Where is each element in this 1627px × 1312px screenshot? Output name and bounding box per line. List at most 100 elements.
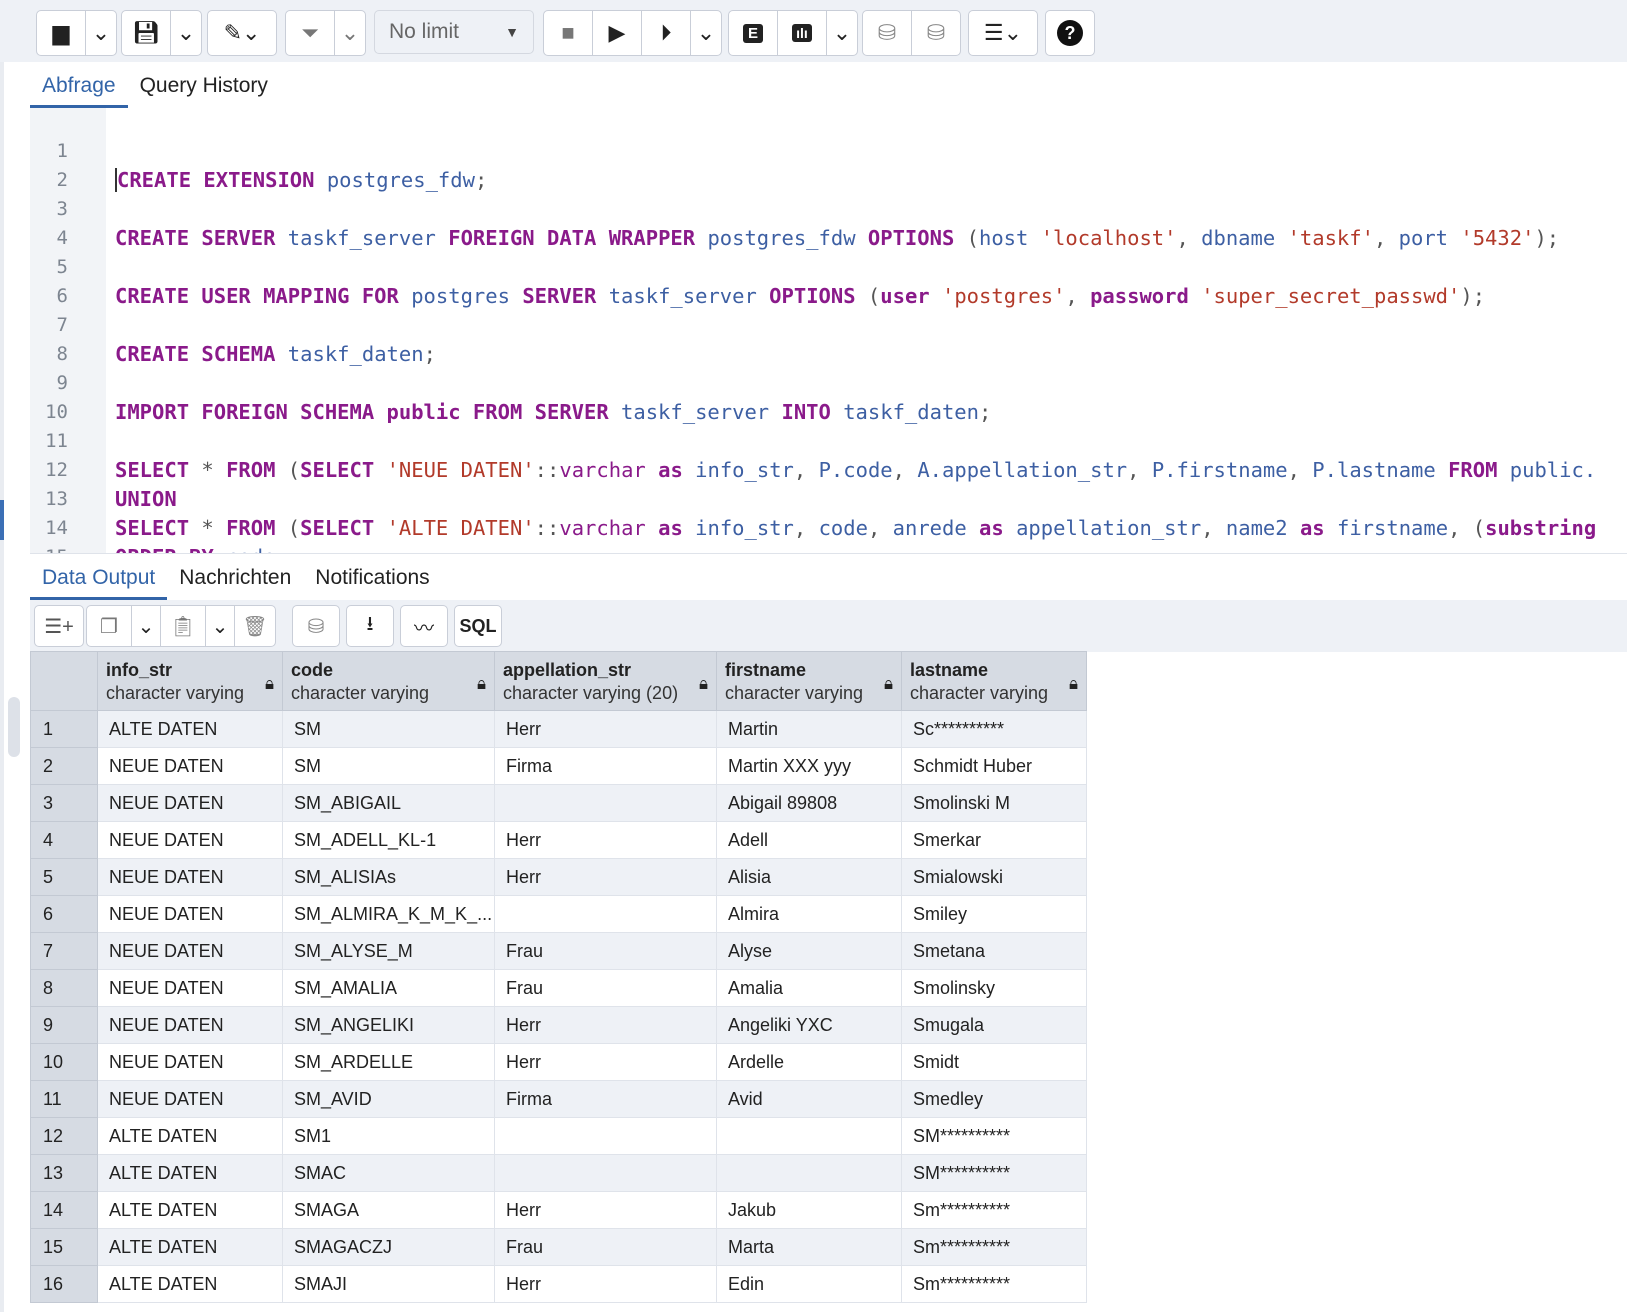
table-row[interactable]: 9 NEUE DATEN SM_ANGELIKI Herr Angeliki YXC Sm… [30, 1006, 1087, 1044]
table-row[interactable]: 11 NEUE DATEN SM_AVID Firma Avid Smedley [30, 1080, 1087, 1118]
execute-script-button[interactable]: ⏵ [642, 11, 691, 55]
table-cell[interactable]: Smolinsky [901, 969, 1087, 1007]
sql-editor[interactable]: 1 CREATE EXTENSION postgres_fdw; 2 3 CRE… [30, 108, 1627, 553]
table-cell[interactable]: Herr [494, 710, 717, 748]
table-cell[interactable]: Smerkar [901, 821, 1087, 859]
row-number[interactable]: 12 [30, 1117, 98, 1155]
table-cell[interactable]: Smetana [901, 932, 1087, 970]
table-cell[interactable]: Smolinski M [901, 784, 1087, 822]
tab-query-history[interactable]: Query History [128, 74, 280, 108]
copy-dropdown[interactable]: ⌄ [132, 606, 161, 646]
table-row[interactable]: 2 NEUE DATEN SM Firma Martin XXX yyy Schmidt … [30, 747, 1087, 785]
table-cell[interactable]: Frau [494, 932, 717, 970]
table-row[interactable]: 7 NEUE DATEN SM_ALYSE_M Frau Alyse Smetana [30, 932, 1087, 970]
save-dropdown[interactable]: ⌄ [171, 11, 201, 55]
table-cell[interactable]: SMAC [282, 1154, 495, 1192]
table-cell[interactable]: SM_ANGELIKI [282, 1006, 495, 1044]
table-cell[interactable]: Herr [494, 858, 717, 896]
column-header-appellation-str[interactable]: appellation_str character varying (20) 🔒︎ [494, 651, 717, 711]
open-folder-button[interactable]: ▆ [37, 11, 86, 55]
row-limit-select[interactable]: No limit ▼ [374, 10, 534, 54]
column-header-firstname[interactable]: firstname character varying 🔒︎ [716, 651, 902, 711]
table-cell[interactable]: Amalia [716, 969, 902, 1007]
table-cell[interactable]: ALTE DATEN [97, 1228, 283, 1266]
row-number[interactable]: 6 [30, 895, 98, 933]
table-cell[interactable]: SM_AVID [282, 1080, 495, 1118]
table-cell[interactable]: SM [282, 710, 495, 748]
table-cell[interactable]: ALTE DATEN [97, 1265, 283, 1303]
row-number-header[interactable] [30, 651, 98, 711]
explain-button[interactable]: E [729, 11, 778, 55]
table-cell[interactable]: Sm********** [901, 1228, 1087, 1266]
download-button[interactable]: ⭳ [347, 606, 393, 646]
save-data-button[interactable]: ⛁ [293, 606, 339, 646]
explain-analyze-button[interactable]: ılı [778, 11, 827, 55]
table-cell[interactable]: NEUE DATEN [97, 932, 283, 970]
table-cell[interactable]: SM_AMALIA [282, 969, 495, 1007]
table-cell[interactable]: Almira [716, 895, 902, 933]
table-cell[interactable]: NEUE DATEN [97, 895, 283, 933]
tab-data-output[interactable]: Data Output [30, 566, 168, 600]
table-cell[interactable]: ALTE DATEN [97, 710, 283, 748]
table-cell[interactable]: Herr [494, 1191, 717, 1229]
add-row-button[interactable]: ☰+ [35, 606, 83, 646]
table-row[interactable]: 14 ALTE DATEN SMAGA Herr Jakub Sm********** [30, 1191, 1087, 1229]
table-cell[interactable]: SM_ABIGAIL [282, 784, 495, 822]
table-cell[interactable] [716, 1117, 902, 1155]
commit-button[interactable]: ⛁ [863, 11, 912, 55]
panel-splitter-handle[interactable] [0, 500, 4, 540]
table-cell[interactable]: SMAJI [282, 1265, 495, 1303]
table-cell[interactable]: NEUE DATEN [97, 969, 283, 1007]
table-cell[interactable]: Adell [716, 821, 902, 859]
save-button[interactable]: 💾︎ [122, 11, 171, 55]
table-cell[interactable]: Herr [494, 1043, 717, 1081]
table-cell[interactable]: Smidt [901, 1043, 1087, 1081]
table-cell[interactable]: Ardelle [716, 1043, 902, 1081]
column-header-lastname[interactable]: lastname character varying 🔒︎ [901, 651, 1087, 711]
row-number[interactable]: 16 [30, 1265, 98, 1303]
table-cell[interactable]: Smugala [901, 1006, 1087, 1044]
table-cell[interactable]: Herr [494, 1265, 717, 1303]
table-cell[interactable] [494, 1154, 717, 1192]
table-cell[interactable]: NEUE DATEN [97, 821, 283, 859]
table-cell[interactable] [716, 1154, 902, 1192]
table-row[interactable]: 13 ALTE DATEN SMAC SM********** [30, 1154, 1087, 1192]
table-row[interactable]: 8 NEUE DATEN SM_AMALIA Frau Amalia Smolinsky [30, 969, 1087, 1007]
copy-button[interactable]: ❐ [87, 606, 132, 646]
table-cell[interactable]: Alisia [716, 858, 902, 896]
table-cell[interactable]: SM********** [901, 1117, 1087, 1155]
table-row[interactable]: 16 ALTE DATEN SMAJI Herr Edin Sm********** [30, 1265, 1087, 1303]
table-cell[interactable]: NEUE DATEN [97, 1080, 283, 1118]
filter-dropdown[interactable]: ⌄ [335, 11, 365, 55]
table-cell[interactable]: SM_ARDELLE [282, 1043, 495, 1081]
table-cell[interactable]: Firma [494, 747, 717, 785]
table-cell[interactable]: Smedley [901, 1080, 1087, 1118]
row-number[interactable]: 15 [30, 1228, 98, 1266]
table-cell[interactable]: SMAGA [282, 1191, 495, 1229]
table-row[interactable]: 5 NEUE DATEN SM_ALISIAs Herr Alisia Smialowsk… [30, 858, 1087, 896]
left-scrollbar[interactable] [8, 697, 20, 757]
row-number[interactable]: 1 [30, 710, 98, 748]
table-cell[interactable]: SM_ALMIRA_K_M_K_... [282, 895, 495, 933]
table-cell[interactable] [494, 1117, 717, 1155]
row-number[interactable]: 10 [30, 1043, 98, 1081]
paste-button[interactable]: 📋︎ [161, 606, 206, 646]
row-number[interactable]: 5 [30, 858, 98, 896]
table-cell[interactable]: Sm********** [901, 1191, 1087, 1229]
table-cell[interactable]: Marta [716, 1228, 902, 1266]
row-number[interactable]: 8 [30, 969, 98, 1007]
table-cell[interactable]: Martin [716, 710, 902, 748]
execute-button[interactable]: ▶ [593, 11, 642, 55]
row-number[interactable]: 13 [30, 1154, 98, 1192]
table-cell[interactable] [494, 895, 717, 933]
table-cell[interactable]: Smiley [901, 895, 1087, 933]
table-cell[interactable]: Alyse [716, 932, 902, 970]
table-cell[interactable]: SM********** [901, 1154, 1087, 1192]
macros-button[interactable]: ☰⌄ [969, 11, 1037, 55]
table-row[interactable]: 3 NEUE DATEN SM_ABIGAIL Abigail 89808 Smolin… [30, 784, 1087, 822]
table-cell[interactable]: SM_ADELL_KL-1 [282, 821, 495, 859]
table-cell[interactable]: Angeliki YXC [716, 1006, 902, 1044]
table-row[interactable]: 10 NEUE DATEN SM_ARDELLE Herr Ardelle Smidt [30, 1043, 1087, 1081]
table-row[interactable]: 4 NEUE DATEN SM_ADELL_KL-1 Herr Adell Smerkar [30, 821, 1087, 859]
table-cell[interactable]: SM [282, 747, 495, 785]
